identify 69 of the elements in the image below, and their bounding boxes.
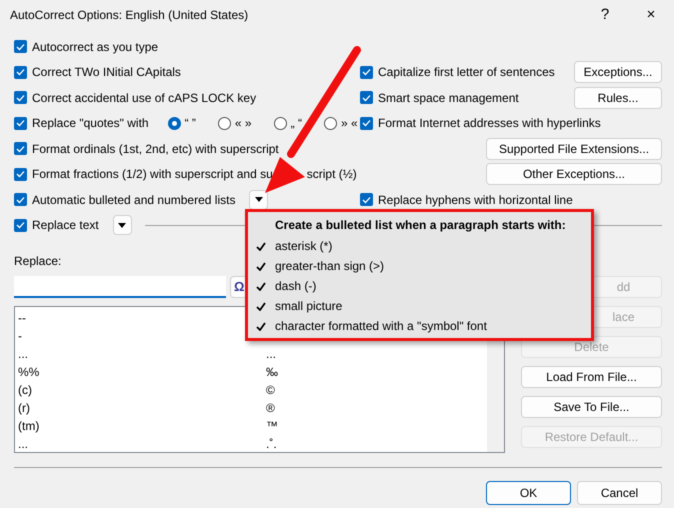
list-cell-text: - (18, 328, 23, 345)
radio-button[interactable] (218, 116, 231, 130)
dialog-button[interactable]: Cancel (577, 481, 662, 505)
checkbox[interactable] (360, 116, 373, 130)
option-label: script (½) (306, 166, 357, 184)
list-cell-text: ‰ (266, 364, 278, 381)
menu-item[interactable]: asterisk (*) (275, 237, 332, 255)
radio-label: „ “ (290, 115, 302, 132)
dropdown-button[interactable] (112, 215, 132, 236)
option-label: Replace hyphens with horizontal line (378, 192, 573, 209)
radio-label: « » (234, 115, 252, 132)
option-label: Correct accidental use of cAPS LOCK key (32, 90, 256, 107)
checkbox[interactable] (360, 193, 373, 206)
dropdown-button[interactable] (249, 190, 268, 210)
menu-item[interactable]: dash (-) (275, 277, 316, 295)
list-cell-text: (r) (18, 400, 31, 417)
radio-button[interactable] (168, 116, 181, 130)
help-button[interactable]: ? (582, 0, 628, 30)
list-cell-text: -- (18, 310, 27, 327)
caret-icon (254, 197, 263, 202)
close-button[interactable]: × (628, 0, 674, 30)
list-cell-text: ... (18, 436, 30, 453)
dialog-button[interactable]: OK (486, 481, 571, 505)
checkbox[interactable] (14, 168, 27, 181)
list-cell-text: ... (266, 346, 276, 363)
action-button[interactable]: Load From File... (521, 366, 662, 388)
checkbox[interactable] (14, 193, 27, 206)
option-button[interactable]: Rules... (574, 86, 662, 109)
checkbox[interactable] (14, 66, 27, 79)
list-cell-text: (tm) (18, 418, 40, 435)
list-cell-text: .˚. (266, 436, 277, 453)
list-cell-text: (c) (18, 382, 33, 399)
list-cell-text: ® (266, 400, 275, 417)
option-label: Automatic bulleted and numbered lists (32, 192, 236, 209)
checkbox[interactable] (360, 66, 373, 79)
checkbox[interactable] (14, 142, 27, 156)
list-cell-text: ™ (266, 418, 278, 435)
option-button[interactable]: Exceptions... (574, 61, 662, 84)
caret-icon (118, 222, 126, 228)
checkbox[interactable] (14, 40, 27, 54)
option-button[interactable]: Supported File Extensions... (486, 138, 662, 160)
option-label: Format Internet addresses with hyperlinks (378, 115, 601, 132)
menu-heading: Create a bulleted list when a paragraph starts with: (274, 217, 567, 234)
option-label: Correct TWo INitial CApitals (32, 64, 181, 82)
option-label: Replace "quotes" with (32, 115, 149, 132)
checkbox[interactable] (14, 218, 27, 232)
option-button[interactable]: Other Exceptions... (486, 163, 662, 186)
option-label: Smart space management (378, 90, 519, 107)
option-label: Format ordinals (1st, 2nd, etc) with superscript (32, 140, 279, 158)
radio-button[interactable] (274, 116, 287, 130)
action-button[interactable]: Save To File... (521, 396, 662, 418)
checkbox[interactable] (14, 91, 27, 104)
radio-label: “ ” (184, 115, 196, 132)
radio-button[interactable] (324, 116, 337, 130)
field-label: Replace: (14, 254, 62, 268)
menu-item[interactable]: greater-than sign (>) (275, 257, 384, 275)
option-label: Replace text (32, 217, 99, 234)
menu-item[interactable]: character formatted with a "symbol" font (275, 317, 487, 335)
replace-field[interactable] (14, 276, 226, 298)
checkbox[interactable] (360, 91, 373, 104)
option-label: Autocorrect as you type (32, 38, 158, 56)
list-cell-text: %% (18, 364, 40, 381)
window-title: AutoCorrect Options: English (United States) (10, 7, 248, 24)
option-label: Format fractions (1/2) with superscript and su (32, 166, 273, 184)
radio-label: » « (340, 115, 358, 132)
option-label: Capitalize first letter of sentences (378, 64, 555, 82)
list-cell-text: © (266, 382, 275, 399)
checkbox[interactable] (14, 116, 27, 130)
list-cell-text: ... (18, 346, 30, 363)
